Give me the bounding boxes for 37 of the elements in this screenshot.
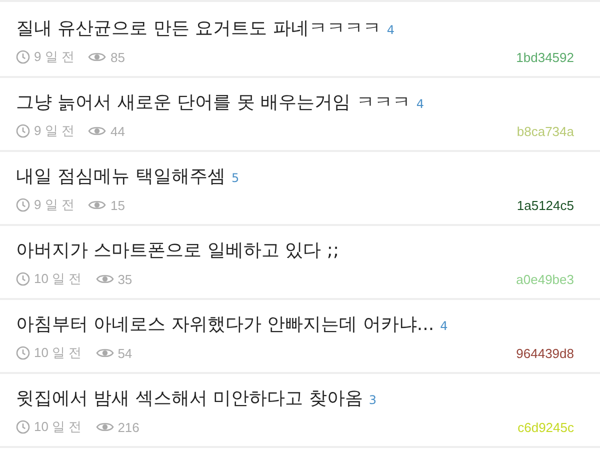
eye-icon xyxy=(88,199,106,211)
comment-count: 4 xyxy=(386,23,395,37)
post-title[interactable]: 윗집에서 밤새 섹스해서 미안하다고 찾아옴 xyxy=(16,386,363,410)
view-count: 35 xyxy=(118,272,132,286)
view-count: 15 xyxy=(110,198,125,212)
clock-icon xyxy=(16,420,30,434)
eye-icon xyxy=(88,51,106,63)
post-time: 10 일 전 xyxy=(34,418,82,436)
post-title[interactable]: 아버지가 스마트폰으로 일베하고 있다 ;; xyxy=(16,238,340,262)
clock-icon xyxy=(16,50,30,64)
eye-icon xyxy=(96,421,114,433)
view-count: 54 xyxy=(118,346,132,360)
post-title[interactable]: 질내 유산균으로 만든 요거트도 파네ㅋㅋㅋㅋ xyxy=(16,16,381,40)
post-title[interactable]: 내일 점심메뉴 택일해주셈 xyxy=(16,164,226,188)
clock-icon xyxy=(16,124,30,138)
comment-count: 4 xyxy=(440,319,448,333)
post-title[interactable]: 그냥 늙어서 새로운 단어를 못 배우는거임 ㅋㅋㅋ xyxy=(16,90,410,114)
clock-icon xyxy=(16,272,30,286)
author-id[interactable]: 964439d8 xyxy=(516,346,574,360)
clock-icon xyxy=(16,198,30,212)
comment-count: 4 xyxy=(416,97,424,111)
clock-icon xyxy=(16,346,30,360)
view-count: 85 xyxy=(110,50,125,64)
comment-count: 3 xyxy=(368,393,377,407)
post-time: 9 일 전 xyxy=(34,196,74,214)
eye-icon xyxy=(88,125,106,137)
eye-icon xyxy=(96,347,114,359)
post-time: 9 일 전 xyxy=(34,48,74,66)
comment-count: 5 xyxy=(231,171,240,185)
post-time: 9 일 전 xyxy=(34,122,74,140)
view-count: 216 xyxy=(118,420,140,434)
post-time: 10 일 전 xyxy=(34,270,82,288)
post-title[interactable]: 아침부터 아네로스 자위했다가 안빠지는데 어카냐... xyxy=(16,312,434,336)
view-count: 44 xyxy=(110,124,125,138)
author-id[interactable]: 1a5124c5 xyxy=(516,198,574,212)
post-time: 10 일 전 xyxy=(34,344,82,362)
eye-icon xyxy=(96,273,114,285)
